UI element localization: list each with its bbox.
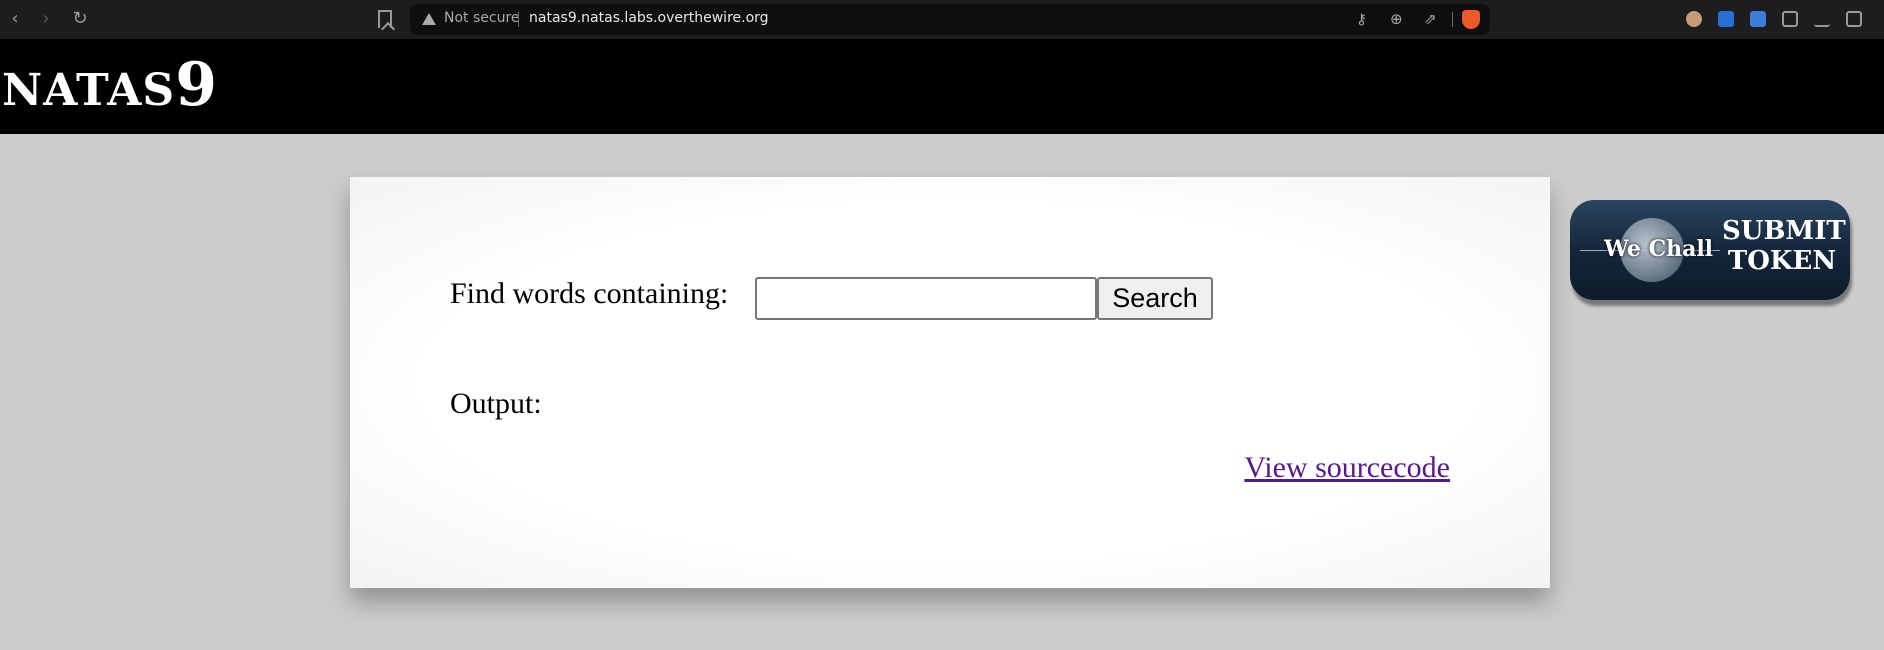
key-icon[interactable]: ⚷: [1356, 10, 1367, 28]
browser-toolbar: ‹ › ↻ Not secure natas9.natas.labs.overt…: [0, 0, 1884, 39]
site-logo: NATAS9: [2, 55, 218, 121]
extension-avatar-icon[interactable]: [1686, 11, 1702, 27]
extension-shield-icon[interactable]: [1750, 11, 1766, 27]
not-secure-label[interactable]: Not secure: [444, 10, 520, 26]
url-text[interactable]: natas9.natas.labs.overthewire.org: [529, 10, 769, 26]
logo-level-number: 9: [175, 50, 218, 120]
back-icon[interactable]: ‹: [4, 8, 26, 30]
wechall-label: We Chall: [1604, 236, 1714, 262]
wechall-submit-token-button[interactable]: We Chall SUBMIT TOKEN: [1570, 200, 1850, 300]
zoom-icon[interactable]: ⊕: [1390, 10, 1403, 28]
view-sourcecode-link[interactable]: View sourcecode: [1244, 451, 1450, 485]
address-bar[interactable]: Not secure natas9.natas.labs.overthewire…: [410, 4, 1490, 35]
extension-wave-icon[interactable]: [1718, 11, 1734, 27]
url-icons-separator: [1452, 12, 1453, 27]
submit-label: SUBMIT: [1722, 216, 1846, 246]
share-icon[interactable]: ⇗: [1424, 10, 1437, 28]
reload-icon[interactable]: ↻: [69, 8, 91, 30]
search-button[interactable]: Search: [1097, 277, 1213, 320]
bookmark-icon[interactable]: [378, 10, 392, 28]
submit-token-label: SUBMIT TOKEN: [1722, 216, 1846, 276]
brave-shield-icon[interactable]: [1462, 10, 1480, 29]
download-icon[interactable]: [1814, 11, 1830, 27]
content-panel: Find words containing: Search Output: Vi…: [350, 177, 1550, 588]
extensions-puzzle-icon[interactable]: [1782, 11, 1798, 27]
find-words-label: Find words containing:: [450, 277, 729, 310]
token-label: TOKEN: [1727, 246, 1837, 276]
warning-icon: [422, 13, 436, 25]
page-header: NATAS9: [0, 39, 1884, 134]
forward-icon[interactable]: ›: [35, 8, 57, 30]
logo-text: NATAS: [2, 65, 176, 116]
sidebar-toggle-icon[interactable]: [1846, 11, 1862, 27]
url-separator: [518, 12, 519, 27]
search-input[interactable]: [755, 277, 1097, 320]
output-label: Output:: [450, 387, 542, 420]
